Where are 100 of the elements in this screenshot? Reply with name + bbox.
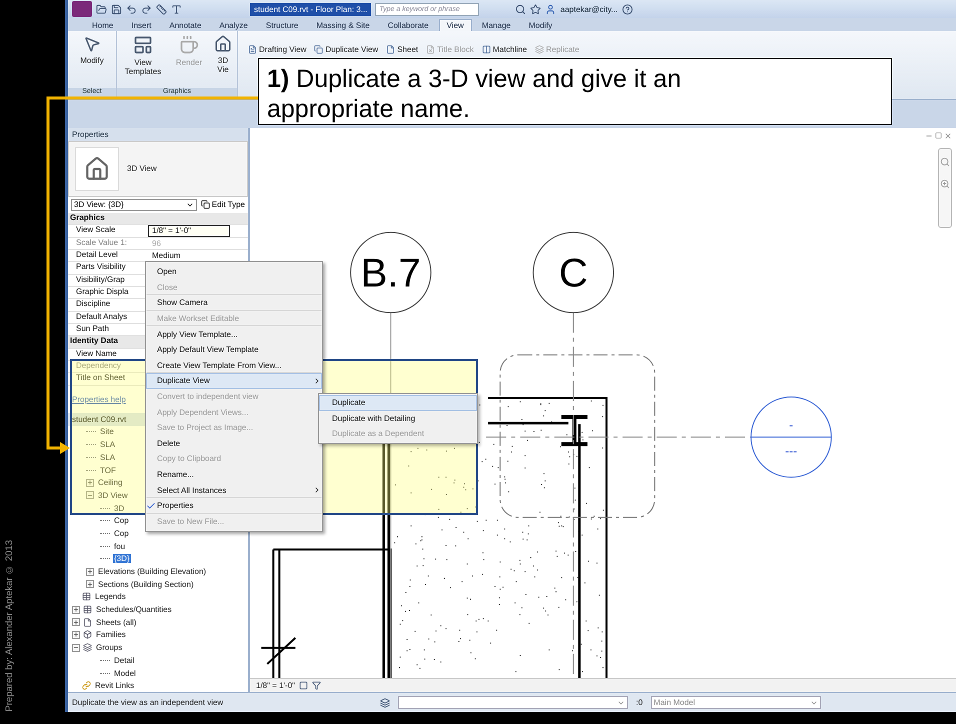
plus-icon	[87, 568, 93, 576]
ribbon-tab[interactable]: Insert	[123, 19, 160, 31]
menu-item[interactable]: Delete	[146, 436, 322, 452]
credit-text: Prepared by: Alexander Aptekar © 2013	[4, 540, 15, 712]
tree-item[interactable]: Ceiling	[97, 478, 124, 488]
tree-item[interactable]: Cop	[113, 528, 130, 538]
type-selector[interactable]: 3D View	[68, 141, 248, 197]
legend-icon	[82, 592, 91, 602]
ribbon-tab[interactable]: Manage	[474, 19, 519, 31]
expand-toggle[interactable]	[72, 630, 80, 639]
filter-icon[interactable]	[312, 681, 322, 690]
redo-icon[interactable]	[141, 4, 152, 14]
tree-item[interactable]: 3D	[113, 504, 126, 513]
open-icon[interactable]	[96, 4, 107, 14]
view-scale[interactable]: 1/8" = 1'-0"	[256, 681, 296, 690]
grid-label: B.7	[360, 250, 421, 296]
menu-item[interactable]: Apply Default View Template	[146, 342, 322, 358]
ribbon-tab[interactable]: Modify	[520, 19, 560, 31]
expand-toggle[interactable]	[72, 606, 80, 614]
group-header: Identity Data	[69, 336, 120, 348]
ribbon-tab[interactable]: Structure	[258, 19, 306, 31]
selection-count: :0	[636, 698, 643, 707]
tree-item[interactable]: {3D}	[113, 554, 131, 564]
teapot-icon	[179, 35, 199, 55]
tree-item[interactable]: Detail	[113, 656, 136, 665]
property-value[interactable]: 1/8" = 1'-0"	[148, 225, 230, 237]
ribbon-button[interactable]: Duplicate View	[314, 45, 378, 54]
tree-item[interactable]: Schedules/Quantities	[95, 605, 173, 614]
tree-item[interactable]: Model	[113, 668, 137, 678]
tree-item[interactable]: Revit Links	[94, 681, 136, 690]
ribbon-tab[interactable]: Analyze	[211, 19, 256, 31]
edit-type-button[interactable]: Edit Type	[200, 200, 245, 210]
tree-item[interactable]: Cop	[113, 516, 130, 526]
ribbon-button[interactable]: View Templates	[123, 35, 163, 76]
tree-item[interactable]: Groups	[95, 643, 124, 652]
matchline-icon	[482, 45, 491, 54]
view-dropdown[interactable]: 3D View: {3D}	[71, 198, 197, 211]
expand-toggle[interactable]	[72, 644, 80, 652]
menu-item[interactable]: Duplicate	[319, 395, 477, 410]
menu-item[interactable]: Show Camera	[146, 295, 322, 311]
modify-button[interactable]: Modify	[74, 35, 110, 65]
table-icon	[83, 605, 92, 614]
tree-item[interactable]: fou	[113, 542, 126, 551]
expand-toggle[interactable]	[86, 568, 94, 576]
search-icon[interactable]	[515, 4, 526, 14]
menu-item[interactable]: Duplicate View	[146, 373, 322, 389]
tree-item[interactable]: Sheets (all)	[95, 618, 138, 627]
tree-item[interactable]: Families	[95, 630, 127, 640]
copy-icon	[200, 200, 210, 210]
window-title: student C09.rvt - Floor Plan: 3...	[250, 2, 372, 16]
property-name: Visibility/Grap	[75, 274, 126, 286]
steel-column	[559, 415, 590, 446]
save-icon[interactable]	[111, 4, 122, 14]
expand-toggle[interactable]	[86, 580, 94, 588]
sheet-icon	[386, 45, 396, 54]
menu-item[interactable]: Open	[146, 264, 322, 280]
tree-item[interactable]: Sections (Building Section)	[97, 580, 195, 589]
property-name: Discipline	[75, 299, 112, 310]
property-value[interactable]: Medium	[148, 250, 230, 262]
plus-icon	[73, 606, 79, 614]
tree-item[interactable]: Elevations (Building Elevation)	[97, 567, 208, 576]
tree-item[interactable]: TOF	[99, 466, 117, 475]
tree-item[interactable]: SLA	[99, 440, 116, 450]
ribbon-button[interactable]: 3D Vie	[215, 35, 231, 74]
text-tool-icon[interactable]	[171, 4, 182, 14]
sheet-icon	[426, 45, 436, 54]
plus-icon	[87, 479, 93, 486]
workset-dropdown[interactable]	[398, 696, 628, 709]
ribbon-tab[interactable]: Home	[84, 19, 122, 31]
ribbon-button[interactable]: Matchline	[482, 45, 527, 54]
model-dropdown[interactable]: Main Model	[650, 696, 821, 709]
tree-item[interactable]: Site	[99, 427, 115, 436]
property-name: View Scale	[75, 225, 116, 236]
menu-item[interactable]: Properties	[146, 498, 322, 514]
menu-item[interactable]: Duplicate with Detailing	[319, 410, 477, 426]
menu-item[interactable]: Select All Instances	[146, 482, 322, 498]
expand-toggle[interactable]	[86, 478, 94, 487]
ribbon-tab[interactable]: Annotate	[161, 19, 210, 31]
undo-icon[interactable]	[126, 4, 137, 14]
ribbon-tab[interactable]: Massing & Site	[308, 19, 378, 31]
close-icon[interactable]	[944, 132, 952, 140]
expand-toggle[interactable]	[86, 491, 94, 500]
ribbon-tab[interactable]: Collaborate	[380, 19, 437, 31]
expand-toggle[interactable]	[72, 618, 80, 626]
star-icon[interactable]	[530, 4, 542, 14]
tree-item[interactable]: SLA	[99, 452, 116, 462]
ruler-icon[interactable]	[156, 4, 167, 14]
user-name[interactable]: aaptekar@city...	[560, 4, 618, 14]
restore-icon[interactable]	[935, 132, 942, 140]
property-name: Scale Value 1:	[75, 238, 128, 249]
menu-item[interactable]: Rename...	[146, 466, 322, 482]
ribbon-button[interactable]: Sheet	[386, 45, 418, 54]
tree-item[interactable]: 3D View	[97, 490, 129, 500]
zoom-icon[interactable]	[940, 179, 950, 189]
help-icon[interactable]	[622, 4, 633, 14]
menu-item[interactable]: Apply View Template...	[146, 326, 322, 342]
tree-item[interactable]: Legends	[94, 592, 127, 602]
ribbon-tab[interactable]: View	[438, 19, 472, 31]
ribbon-button[interactable]: Drafting View	[248, 45, 306, 54]
detail-icon[interactable]	[299, 681, 308, 690]
